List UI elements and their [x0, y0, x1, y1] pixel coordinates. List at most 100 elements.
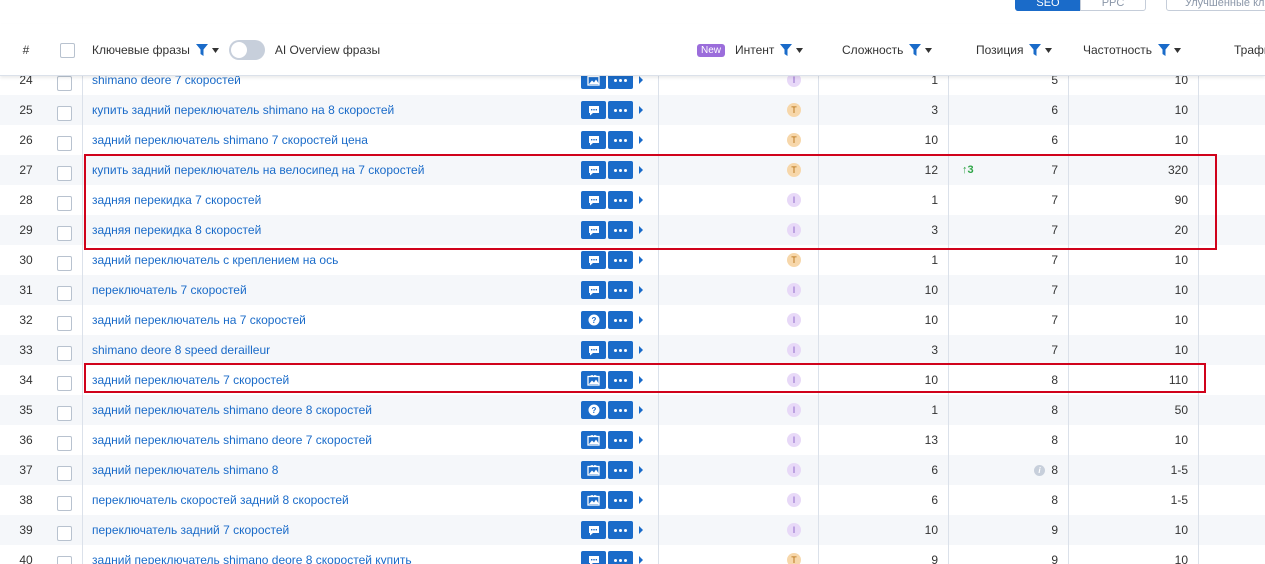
row-checkbox[interactable]: [57, 316, 72, 331]
keyword-link[interactable]: задняя перекидка 7 скоростей: [92, 185, 261, 215]
keyword-link[interactable]: переключатель задний 7 скоростей: [92, 515, 289, 545]
keyword-link[interactable]: купить задний переключатель на велосипед…: [92, 155, 424, 185]
more-actions-button[interactable]: [608, 491, 633, 509]
expand-arrow-icon[interactable]: [639, 466, 643, 474]
serp-features-button[interactable]: ?: [581, 401, 606, 419]
expand-arrow-icon[interactable]: [639, 196, 643, 204]
expand-arrow-icon[interactable]: [639, 526, 643, 534]
keyword-link[interactable]: задний переключатель shimano deore 8 ско…: [92, 395, 372, 425]
row-checkbox[interactable]: [57, 106, 72, 121]
expand-arrow-icon[interactable]: [639, 286, 643, 294]
keywords-column-label[interactable]: Ключевые фразы: [92, 43, 190, 57]
ai-overview-toggle[interactable]: [228, 40, 265, 60]
keyword-link[interactable]: задний переключатель shimano deore 7 ско…: [92, 425, 372, 455]
tab-ppc[interactable]: PPC: [1080, 0, 1146, 11]
serp-features-button[interactable]: [581, 131, 606, 149]
keyword-link[interactable]: задний переключатель 7 скоростей: [92, 365, 289, 395]
filter-icon[interactable]: [195, 44, 208, 56]
expand-arrow-icon[interactable]: [639, 316, 643, 324]
advanced-keywords-button[interactable]: Улучшенные кл: [1166, 0, 1265, 11]
serp-features-button[interactable]: [581, 461, 606, 479]
row-checkbox[interactable]: [57, 556, 72, 564]
frequency-column-label[interactable]: Частотность: [1083, 43, 1152, 57]
row-checkbox[interactable]: [57, 286, 72, 301]
keyword-link[interactable]: задний переключатель shimano 8: [92, 455, 278, 485]
keyword-link[interactable]: задний переключатель shimano deore 8 ско…: [92, 545, 412, 564]
expand-arrow-icon[interactable]: [639, 436, 643, 444]
expand-arrow-icon[interactable]: [639, 226, 643, 234]
more-actions-button[interactable]: [608, 191, 633, 209]
chevron-down-icon[interactable]: [925, 47, 933, 53]
position-column-label[interactable]: Позиция: [976, 43, 1023, 57]
chevron-down-icon[interactable]: [1045, 47, 1053, 53]
serp-features-button[interactable]: [581, 101, 606, 119]
filter-icon[interactable]: [1158, 44, 1170, 56]
row-checkbox[interactable]: [57, 136, 72, 151]
more-actions-button[interactable]: [608, 311, 633, 329]
expand-arrow-icon[interactable]: [639, 166, 643, 174]
select-all-checkbox[interactable]: [59, 42, 75, 58]
expand-arrow-icon[interactable]: [639, 136, 643, 144]
serp-features-button[interactable]: [581, 341, 606, 359]
more-actions-button[interactable]: [608, 431, 633, 449]
more-actions-button[interactable]: [608, 371, 633, 389]
row-checkbox[interactable]: [57, 196, 72, 211]
intent-column-label[interactable]: Интент: [735, 43, 774, 57]
serp-features-button[interactable]: [581, 371, 606, 389]
keyword-link[interactable]: переключатель скоростей задний 8 скорост…: [92, 485, 349, 515]
chevron-down-icon[interactable]: [1174, 47, 1181, 53]
keyword-link[interactable]: задний переключатель на 7 скоростей: [92, 305, 306, 335]
serp-features-button[interactable]: [581, 221, 606, 239]
keyword-link[interactable]: купить задний переключатель shimano на 8…: [92, 95, 394, 125]
more-actions-button[interactable]: [608, 551, 633, 564]
more-actions-button[interactable]: [608, 221, 633, 239]
row-checkbox[interactable]: [57, 226, 72, 241]
expand-arrow-icon[interactable]: [639, 256, 643, 264]
more-actions-button[interactable]: [608, 461, 633, 479]
row-checkbox[interactable]: [57, 526, 72, 541]
more-actions-button[interactable]: [608, 131, 633, 149]
tab-seo[interactable]: SEO: [1015, 0, 1081, 11]
difficulty-column-label[interactable]: Сложность: [842, 43, 903, 57]
expand-arrow-icon[interactable]: [639, 496, 643, 504]
keyword-link[interactable]: задний переключатель с креплением на ось: [92, 245, 338, 275]
row-checkbox[interactable]: [57, 166, 72, 181]
chevron-down-icon[interactable]: [211, 47, 219, 53]
row-checkbox[interactable]: [57, 346, 72, 361]
more-actions-button[interactable]: [608, 521, 633, 539]
serp-features-button[interactable]: [581, 161, 606, 179]
expand-arrow-icon[interactable]: [639, 76, 643, 84]
serp-features-button[interactable]: [581, 191, 606, 209]
row-checkbox[interactable]: [57, 76, 72, 91]
more-actions-button[interactable]: [608, 101, 633, 119]
keyword-link[interactable]: задняя перекидка 8 скоростей: [92, 215, 261, 245]
expand-arrow-icon[interactable]: [639, 346, 643, 354]
more-actions-button[interactable]: [608, 401, 633, 419]
expand-arrow-icon[interactable]: [639, 106, 643, 114]
row-checkbox[interactable]: [57, 406, 72, 421]
row-checkbox[interactable]: [57, 376, 72, 391]
row-checkbox[interactable]: [57, 436, 72, 451]
row-checkbox[interactable]: [57, 496, 72, 511]
serp-features-button[interactable]: ?: [581, 311, 606, 329]
serp-features-button[interactable]: [581, 521, 606, 539]
filter-icon[interactable]: [1029, 44, 1042, 56]
row-checkbox[interactable]: [57, 256, 72, 271]
filter-icon[interactable]: [780, 44, 793, 56]
serp-features-button[interactable]: [581, 491, 606, 509]
filter-icon[interactable]: [909, 44, 922, 56]
row-checkbox[interactable]: [57, 466, 72, 481]
serp-features-button[interactable]: [581, 281, 606, 299]
more-actions-button[interactable]: [608, 251, 633, 269]
serp-features-button[interactable]: [581, 431, 606, 449]
expand-arrow-icon[interactable]: [639, 376, 643, 384]
serp-features-button[interactable]: [581, 551, 606, 564]
keyword-link[interactable]: задний переключатель shimano 7 скоростей…: [92, 125, 368, 155]
chevron-down-icon[interactable]: [796, 47, 804, 53]
more-actions-button[interactable]: [608, 341, 633, 359]
more-actions-button[interactable]: [608, 281, 633, 299]
keyword-link[interactable]: shimano deore 8 speed derailleur: [92, 335, 270, 365]
serp-features-button[interactable]: [581, 251, 606, 269]
keyword-link[interactable]: переключатель 7 скоростей: [92, 275, 247, 305]
traffic-column-label[interactable]: Трафи: [1234, 43, 1265, 57]
